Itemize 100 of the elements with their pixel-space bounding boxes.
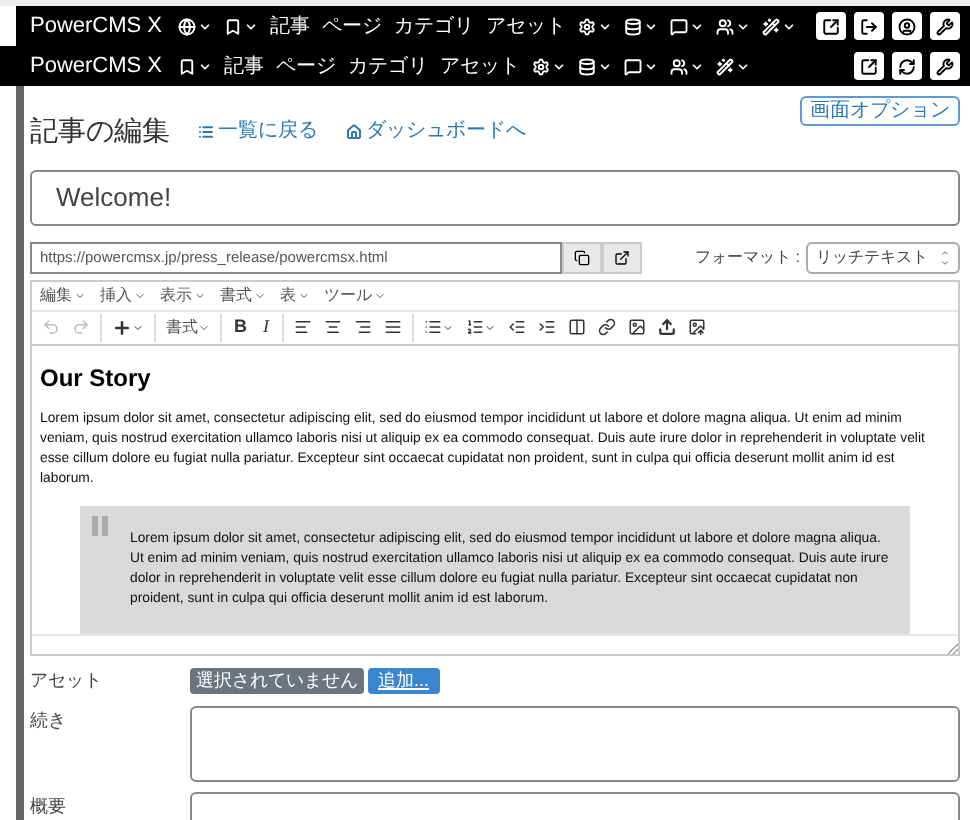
caret-icon: [552, 59, 567, 73]
nav-menu[interactable]: [224, 17, 259, 35]
caret-icon: [194, 289, 206, 302]
bold-button[interactable]: B: [226, 313, 255, 341]
comments-icon: [624, 57, 643, 75]
nav-menu[interactable]: [716, 57, 751, 75]
caret-icon: [736, 59, 751, 73]
text-area[interactable]: [190, 705, 960, 781]
add-asset-button[interactable]: 追加...: [368, 667, 440, 694]
editor-menu-item[interactable]: ツール: [324, 283, 386, 308]
upload-image-icon: [687, 318, 705, 337]
justify-icon: [383, 318, 401, 337]
back-to-list-link[interactable]: 一覧に戻る: [198, 116, 318, 146]
nav-link[interactable]: カテゴリ: [394, 11, 475, 41]
nav-menu[interactable]: [716, 17, 751, 35]
wand-icon: [716, 57, 735, 75]
nav-menu[interactable]: [532, 57, 567, 75]
caret-icon: [736, 19, 751, 33]
align-left-icon: [293, 318, 311, 337]
database-icon: [578, 57, 597, 75]
caret-icon: [690, 19, 705, 33]
nav-menu[interactable]: [578, 57, 613, 75]
editor-menu-item[interactable]: 表: [280, 283, 310, 308]
resize-handle-icon[interactable]: [948, 644, 958, 654]
editor-menu-item[interactable]: 書式: [220, 283, 266, 308]
dashboard-link[interactable]: ダッシュボードへ: [346, 116, 526, 146]
numbered-list-icon: [465, 318, 483, 337]
editor-menu-item[interactable]: 挿入: [100, 283, 146, 308]
caret-icon: [374, 289, 386, 302]
link-icon: [597, 318, 615, 337]
external-link-icon: [614, 250, 630, 266]
bookmark-icon: [224, 17, 243, 35]
nav-link[interactable]: アセット: [440, 51, 521, 81]
caret-icon: [74, 289, 86, 302]
format-label: フォーマット :: [695, 246, 800, 270]
caret-icon: [298, 289, 310, 302]
nav-button[interactable]: [854, 12, 884, 40]
field-label: アセット: [30, 668, 104, 694]
logout-icon: [860, 17, 878, 35]
nav-link[interactable]: 記事: [224, 51, 265, 81]
caret-icon: [132, 321, 144, 334]
wrench-icon: [936, 57, 954, 75]
caret-icon: [644, 19, 659, 33]
nav-menu[interactable]: [670, 57, 705, 75]
copy-button[interactable]: [562, 242, 602, 274]
gear-icon: [578, 17, 597, 35]
brand[interactable]: PowerCMS X: [30, 9, 163, 43]
caret-icon: [598, 19, 613, 33]
italic-button[interactable]: I: [255, 313, 277, 341]
nav-button[interactable]: [930, 52, 960, 80]
home-icon: [346, 123, 362, 139]
list-icon: [198, 123, 214, 139]
bookmark-icon: [178, 57, 197, 75]
caret-icon: [644, 59, 659, 73]
nav-link[interactable]: アセット: [486, 11, 567, 41]
brand[interactable]: PowerCMS X: [30, 49, 163, 83]
nav-link[interactable]: カテゴリ: [348, 51, 429, 81]
nav-button[interactable]: [854, 52, 884, 80]
nav-menu[interactable]: [578, 17, 613, 35]
nav-menu[interactable]: [762, 17, 797, 35]
refresh-icon: [898, 57, 916, 75]
nav-button[interactable]: [930, 12, 960, 40]
caret-icon: [598, 59, 613, 73]
nav-link[interactable]: 記事: [270, 11, 311, 41]
nav-button[interactable]: [816, 12, 846, 40]
plus-icon: [112, 317, 132, 338]
copy-icon: [574, 250, 590, 266]
wand-icon: [762, 17, 781, 35]
title-field[interactable]: Welcome!: [30, 170, 960, 226]
quote-icon: [90, 515, 110, 536]
nav-menu[interactable]: [624, 57, 659, 75]
wrench-icon: [936, 17, 954, 35]
open-site-icon: [822, 17, 840, 35]
nav-menu[interactable]: [624, 17, 659, 35]
nav-menu[interactable]: [670, 17, 705, 35]
caret-icon: [198, 19, 213, 33]
nav-link[interactable]: ページ: [276, 51, 337, 81]
bullet-list-icon: [423, 318, 441, 337]
format-select[interactable]: リッチテキスト: [806, 242, 960, 274]
caret-icon: [254, 289, 266, 302]
nav-menu[interactable]: [178, 17, 213, 35]
open-button[interactable]: [602, 242, 642, 274]
editor-menu-item[interactable]: 編集: [40, 283, 86, 308]
comments-icon: [670, 17, 689, 35]
nav-button[interactable]: [892, 12, 922, 40]
nav-button[interactable]: [892, 52, 922, 80]
users-icon: [670, 57, 689, 75]
updown-icon: [940, 248, 950, 268]
caret-icon: [782, 19, 797, 33]
field-label: 続き: [30, 707, 68, 734]
caret-icon: [244, 19, 259, 33]
format-menu-button[interactable]: 書式: [160, 311, 216, 344]
editor-menu-item[interactable]: 表示: [160, 283, 206, 308]
nav-link[interactable]: ページ: [322, 11, 383, 41]
content-heading: Our Story: [40, 361, 153, 396]
screen-options-button[interactable]: 画面オプション: [800, 96, 960, 126]
caret-icon: [690, 59, 705, 73]
nav-menu[interactable]: [178, 57, 213, 75]
caret-icon: [134, 289, 146, 302]
caret-icon: [198, 59, 213, 73]
